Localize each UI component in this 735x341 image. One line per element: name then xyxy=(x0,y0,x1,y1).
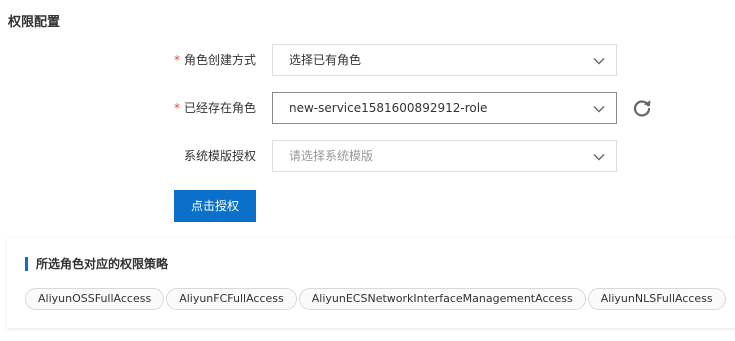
role-creation-select[interactable]: 选择已有角色 xyxy=(272,44,617,76)
existing-role-label: * 已经存在角色 xyxy=(174,92,256,124)
section-title: 权限配置 xyxy=(8,15,61,30)
authorize-button[interactable]: 点击授权 xyxy=(174,190,256,222)
policy-panel: 所选角色对应的权限策略 AliyunOSSFullAccess AliyunFC… xyxy=(7,238,735,328)
chevron-down-icon xyxy=(593,106,605,113)
policy-tag: AliyunFCFullAccess xyxy=(166,288,297,310)
policy-panel-title: 所选角色对应的权限策略 xyxy=(25,257,168,271)
role-creation-label: * 角色创建方式 xyxy=(174,44,256,76)
required-mark: * xyxy=(173,53,180,67)
chevron-down-icon xyxy=(593,58,605,65)
required-mark: * xyxy=(173,101,180,115)
role-creation-value: 选择已有角色 xyxy=(289,53,362,67)
role-creation-label-text: 角色创建方式 xyxy=(183,53,256,67)
template-auth-row: 系统模版授权 请选择系统模版 xyxy=(0,140,735,172)
existing-role-select[interactable]: new-service1581600892912-role xyxy=(272,92,617,124)
policy-tag: AliyunNLSFullAccess xyxy=(587,288,726,310)
existing-role-value: new-service1581600892912-role xyxy=(289,101,488,115)
policy-tag-list: AliyunOSSFullAccess AliyunFCFullAccess A… xyxy=(25,288,728,310)
role-creation-row: * 角色创建方式 选择已有角色 xyxy=(0,44,735,76)
policy-tag: AliyunECSNetworkInterfaceManagementAcces… xyxy=(298,288,586,310)
refresh-icon[interactable] xyxy=(631,97,653,119)
existing-role-label-text: 已经存在角色 xyxy=(183,101,256,115)
existing-role-row: * 已经存在角色 new-service1581600892912-role xyxy=(0,92,735,124)
template-auth-label: 系统模版授权 xyxy=(183,149,256,163)
policy-tag: AliyunOSSFullAccess xyxy=(25,288,165,310)
chevron-down-icon xyxy=(593,154,605,161)
template-auth-placeholder: 请选择系统模版 xyxy=(289,149,374,163)
template-auth-select[interactable]: 请选择系统模版 xyxy=(272,140,617,172)
